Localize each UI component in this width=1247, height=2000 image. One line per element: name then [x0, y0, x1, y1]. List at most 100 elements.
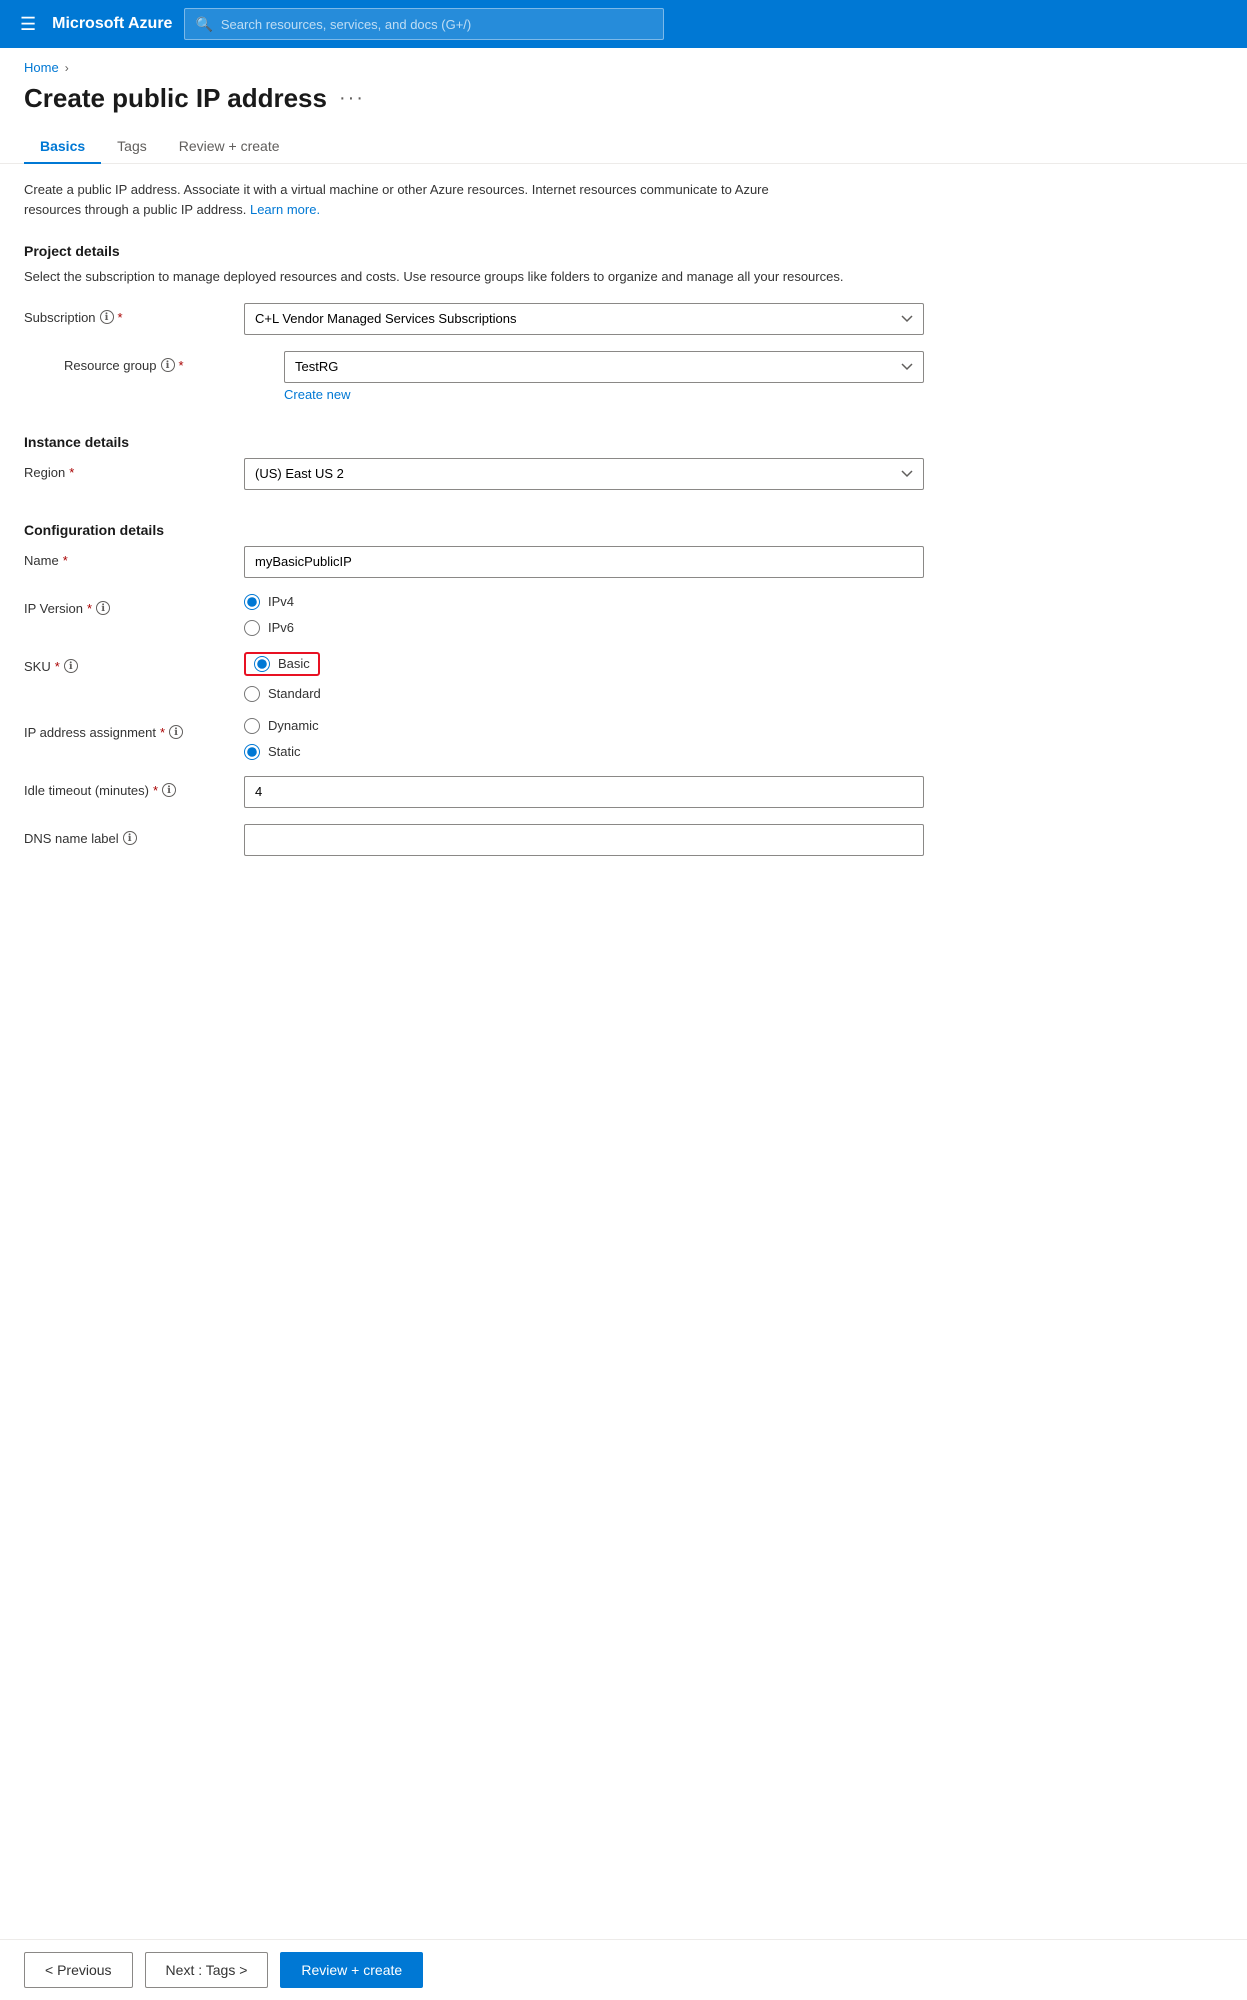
learn-more-link[interactable]: Learn more. — [250, 202, 320, 217]
configuration-details-section: Configuration details Name * IP Version … — [0, 514, 1247, 856]
tabs-container: Basics Tags Review + create — [0, 114, 1247, 164]
ip-version-control: IPv4 IPv6 — [244, 594, 924, 636]
breadcrumb: Home › — [0, 48, 1247, 75]
ip-assignment-dynamic-radio[interactable] — [244, 718, 260, 734]
sku-basic-label: Basic — [278, 656, 310, 671]
page-title-area: Create public IP address ··· — [0, 75, 1247, 114]
project-details-desc: Select the subscription to manage deploy… — [24, 267, 874, 287]
page-container: Home › Create public IP address ··· Basi… — [0, 48, 1247, 2000]
region-required: * — [69, 465, 74, 480]
resource-group-row: Resource group ℹ * TestRG Create new — [24, 351, 924, 402]
search-icon: 🔍 — [195, 16, 212, 33]
instance-details-title: Instance details — [24, 434, 1223, 450]
tab-basics[interactable]: Basics — [24, 130, 101, 164]
sku-label: SKU * ℹ — [24, 652, 244, 674]
dns-input[interactable] — [244, 824, 924, 856]
ip-assignment-dynamic-option[interactable]: Dynamic — [244, 718, 924, 734]
subscription-info-icon[interactable]: ℹ — [100, 310, 114, 324]
ip-assignment-info-icon[interactable]: ℹ — [169, 725, 183, 739]
ip-version-ipv6-option[interactable]: IPv6 — [244, 620, 924, 636]
sku-required: * — [55, 659, 60, 674]
sku-basic-radio[interactable] — [254, 656, 270, 672]
ip-assignment-dynamic-label: Dynamic — [268, 718, 319, 733]
sku-radio-group: Basic Standard — [244, 652, 924, 702]
name-required: * — [63, 553, 68, 568]
ip-assignment-static-option[interactable]: Static — [244, 744, 924, 760]
review-create-button[interactable]: Review + create — [280, 1952, 423, 1988]
resource-group-required: * — [179, 358, 184, 373]
breadcrumb-separator: › — [65, 61, 69, 75]
project-details-title: Project details — [24, 243, 1223, 259]
idle-timeout-input[interactable] — [244, 776, 924, 808]
sku-standard-radio[interactable] — [244, 686, 260, 702]
ip-version-label: IP Version * ℹ — [24, 594, 244, 616]
dns-label-label: DNS name label ℹ — [24, 824, 244, 846]
idle-timeout-required: * — [153, 783, 158, 798]
previous-button[interactable]: < Previous — [24, 1952, 133, 1988]
tab-review-create[interactable]: Review + create — [163, 130, 296, 164]
dns-label-row: DNS name label ℹ — [24, 824, 924, 856]
configuration-details-title: Configuration details — [24, 522, 1223, 538]
ip-assignment-static-label: Static — [268, 744, 301, 759]
idle-timeout-row: Idle timeout (minutes) * ℹ — [24, 776, 924, 808]
ip-version-ipv6-radio[interactable] — [244, 620, 260, 636]
search-input[interactable] — [221, 17, 654, 32]
page-description: Create a public IP address. Associate it… — [0, 164, 850, 235]
page-title: Create public IP address — [24, 83, 327, 114]
ip-assignment-control: Dynamic Static — [244, 718, 924, 760]
hamburger-icon[interactable]: ☰ — [16, 10, 40, 39]
project-details-section: Project details Select the subscription … — [0, 235, 1247, 402]
region-control: (US) East US 2 — [244, 458, 924, 490]
sku-basic-highlight: Basic — [244, 652, 320, 676]
ip-version-ipv4-radio[interactable] — [244, 594, 260, 610]
tab-tags[interactable]: Tags — [101, 130, 163, 164]
ip-version-ipv4-label: IPv4 — [268, 594, 294, 609]
sku-standard-label: Standard — [268, 686, 321, 701]
sku-info-icon[interactable]: ℹ — [64, 659, 78, 673]
description-text: Create a public IP address. Associate it… — [24, 182, 769, 217]
brand-name: Microsoft Azure — [52, 15, 172, 33]
name-row: Name * — [24, 546, 924, 578]
dns-control — [244, 824, 924, 856]
ip-version-info-icon[interactable]: ℹ — [96, 601, 110, 615]
sku-basic-option[interactable]: Basic — [244, 652, 924, 676]
idle-timeout-label: Idle timeout (minutes) * ℹ — [24, 776, 244, 798]
ip-assignment-row: IP address assignment * ℹ Dynamic Static — [24, 718, 924, 760]
footer: < Previous Next : Tags > Review + create — [0, 1939, 1247, 2000]
create-new-link[interactable]: Create new — [284, 387, 924, 402]
region-select[interactable]: (US) East US 2 — [244, 458, 924, 490]
ip-version-row: IP Version * ℹ IPv4 IPv6 — [24, 594, 924, 636]
subscription-label: Subscription ℹ * — [24, 303, 244, 325]
subscription-control: C+L Vendor Managed Services Subscription… — [244, 303, 924, 335]
ip-assignment-label: IP address assignment * ℹ — [24, 718, 244, 740]
idle-timeout-info-icon[interactable]: ℹ — [162, 783, 176, 797]
ip-assignment-static-radio[interactable] — [244, 744, 260, 760]
ip-version-ipv4-option[interactable]: IPv4 — [244, 594, 924, 610]
resource-group-control: TestRG Create new — [284, 351, 924, 402]
resource-group-info-icon[interactable]: ℹ — [161, 358, 175, 372]
sku-control: Basic Standard — [244, 652, 924, 702]
name-label: Name * — [24, 546, 244, 568]
resource-group-label: Resource group ℹ * — [64, 351, 284, 373]
top-navigation: ☰ Microsoft Azure 🔍 — [0, 0, 1247, 48]
search-bar[interactable]: 🔍 — [184, 8, 664, 40]
subscription-row: Subscription ℹ * C+L Vendor Managed Serv… — [24, 303, 924, 335]
ellipsis-menu[interactable]: ··· — [339, 87, 365, 110]
region-row: Region * (US) East US 2 — [24, 458, 924, 490]
next-button[interactable]: Next : Tags > — [145, 1952, 269, 1988]
region-label: Region * — [24, 458, 244, 480]
instance-details-section: Instance details Region * (US) East US 2 — [0, 426, 1247, 490]
breadcrumb-home[interactable]: Home — [24, 60, 59, 75]
dns-info-icon[interactable]: ℹ — [123, 831, 137, 845]
ip-version-required: * — [87, 601, 92, 616]
sku-standard-option[interactable]: Standard — [244, 686, 924, 702]
resource-group-select[interactable]: TestRG — [284, 351, 924, 383]
ip-assignment-required: * — [160, 725, 165, 740]
name-input[interactable] — [244, 546, 924, 578]
ip-version-radio-group: IPv4 IPv6 — [244, 594, 924, 636]
sku-row: SKU * ℹ Basic Standa — [24, 652, 924, 702]
idle-timeout-control — [244, 776, 924, 808]
subscription-select[interactable]: C+L Vendor Managed Services Subscription… — [244, 303, 924, 335]
ip-assignment-radio-group: Dynamic Static — [244, 718, 924, 760]
name-control — [244, 546, 924, 578]
